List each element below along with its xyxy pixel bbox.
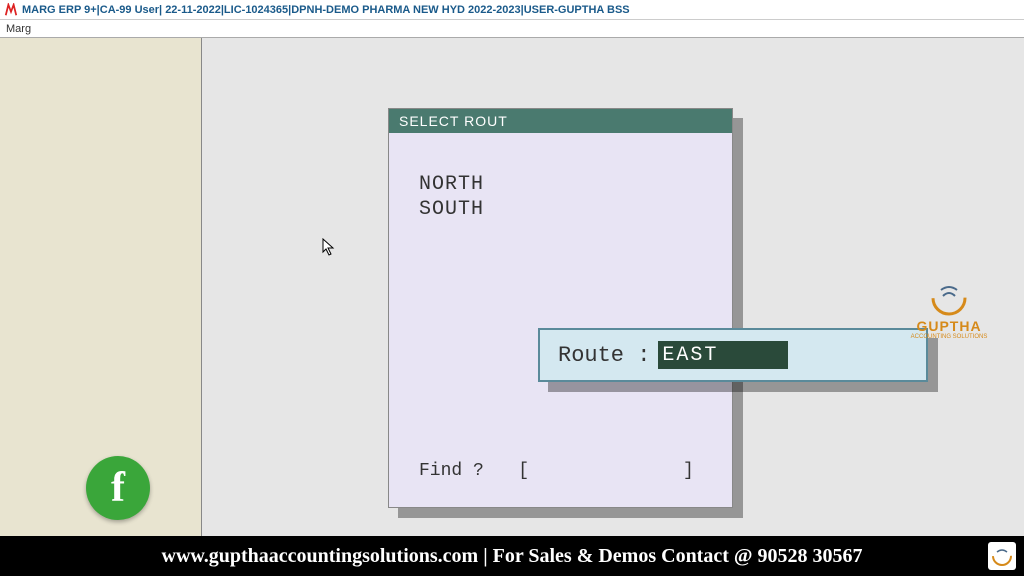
footer-bar: www.gupthaaccountingsolutions.com | For … <box>0 536 1024 576</box>
select-route-dialog: SELECT ROUT NORTH SOUTH Find ? [ ] <box>388 108 733 508</box>
menu-marg[interactable]: Marg <box>6 23 31 35</box>
route-input-label: Route : <box>558 343 650 368</box>
facebook-button[interactable]: f <box>86 456 150 520</box>
watermark-name: GUPTHA <box>916 318 981 334</box>
guptha-logo-icon <box>929 278 969 318</box>
footer-logo-icon <box>991 545 1013 567</box>
footer-logo <box>988 542 1016 570</box>
window-title-bar: MARG ERP 9+|CA-99 User| 22-11-2022|LIC-1… <box>0 0 1024 20</box>
route-item-north[interactable]: NORTH <box>419 173 702 196</box>
brand-watermark: GUPTHA ACCOUNTING SOLUTIONS <box>904 278 994 348</box>
facebook-icon: f <box>111 464 125 512</box>
footer-text: www.gupthaaccountingsolutions.com | For … <box>162 545 863 568</box>
find-label: Find ? <box>419 461 484 481</box>
watermark-sub: ACCOUNTING SOLUTIONS <box>911 334 988 340</box>
find-row: Find ? [ ] <box>419 461 694 481</box>
route-input-dialog: Route : EAST <box>538 328 928 382</box>
menu-bar: Marg <box>0 20 1024 38</box>
route-list: NORTH SOUTH <box>389 133 732 233</box>
mouse-cursor-icon <box>322 238 336 256</box>
app-icon <box>4 3 18 17</box>
dialog-title: SELECT ROUT <box>389 109 732 133</box>
window-title: MARG ERP 9+|CA-99 User| 22-11-2022|LIC-1… <box>22 4 630 16</box>
route-item-south[interactable]: SOUTH <box>419 198 702 221</box>
route-input-field[interactable]: EAST <box>658 341 788 369</box>
